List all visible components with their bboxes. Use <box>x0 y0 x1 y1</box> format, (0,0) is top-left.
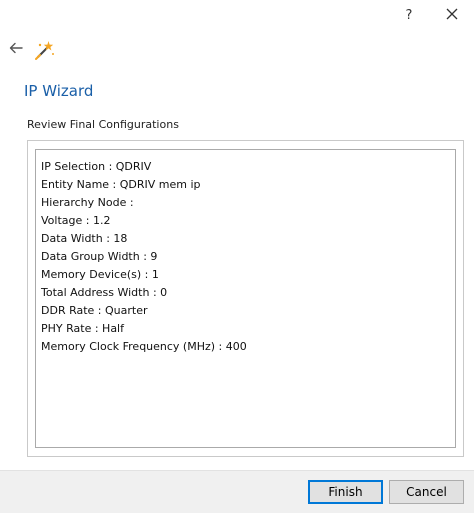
arrow-left-icon <box>9 41 23 59</box>
config-line-voltage: Voltage : 1.2 <box>41 214 111 227</box>
review-textarea[interactable]: IP Selection : QDRIV Entity Name : QDRIV… <box>35 149 456 448</box>
config-line-entity-name: Entity Name : QDRIV mem ip <box>41 178 201 191</box>
config-line-ddr-rate: DDR Rate : Quarter <box>41 304 148 317</box>
config-line-ip-selection: IP Selection : QDRIV <box>41 160 152 173</box>
back-button[interactable] <box>6 40 26 60</box>
ip-wizard-window: ? IP Wizard Review Final Configurations … <box>0 0 474 513</box>
config-line-memory-clock-frequency: Memory Clock Frequency (MHz) : 400 <box>41 340 247 353</box>
close-button[interactable] <box>438 4 466 26</box>
config-line-data-width: Data Width : 18 <box>41 232 128 245</box>
config-line-phy-rate: PHY Rate : Half <box>41 322 124 335</box>
config-line-hierarchy-node: Hierarchy Node : <box>41 196 134 209</box>
wizard-wand-icon <box>34 39 56 61</box>
help-button[interactable]: ? <box>395 4 423 26</box>
page-title: IP Wizard <box>24 82 94 100</box>
button-bar: Finish Cancel <box>0 470 474 513</box>
cancel-button[interactable]: Cancel <box>389 480 464 504</box>
config-line-total-address-width: Total Address Width : 0 <box>41 286 168 299</box>
config-line-data-group-width: Data Group Width : 9 <box>41 250 158 263</box>
finish-button[interactable]: Finish <box>308 480 383 504</box>
review-frame: IP Selection : QDRIV Entity Name : QDRIV… <box>27 140 464 457</box>
section-label: Review Final Configurations <box>27 118 179 131</box>
close-icon <box>446 7 458 23</box>
config-line-memory-devices: Memory Device(s) : 1 <box>41 268 159 281</box>
